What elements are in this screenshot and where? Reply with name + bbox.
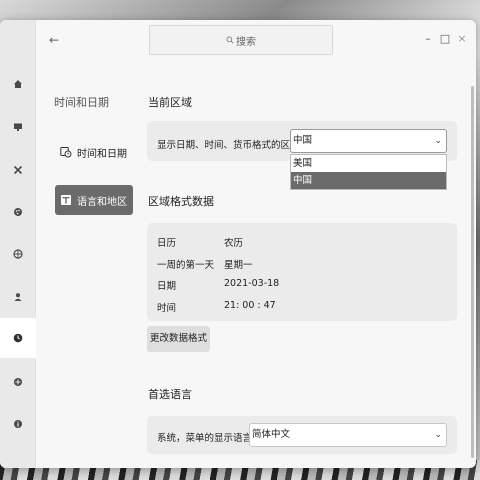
region-select[interactable]: 中国 ⌄ [290,129,447,153]
format-row-value: 2021-03-18 [224,278,280,289]
region-section-title: 当前区域 [148,96,192,109]
chevron-down-icon: ⌄ [434,430,442,440]
format-row-label: 一周的第一天 [157,260,215,271]
tools-icon[interactable] [0,150,36,190]
minimize-button[interactable]: – [421,32,435,46]
clock-icon[interactable] [0,318,36,358]
region-row-label: 显示日期、时间、货币格式的区域 [157,140,300,151]
format-row-label: 时间 [157,303,177,314]
language-row-label: 系统，菜单的显示语言 [157,433,253,444]
format-row-value: 21: 00 : 47 [224,300,276,311]
nav-item-language-region[interactable]: 语言和地区 [55,185,133,215]
nav-title: 时间和日期 [54,96,109,109]
settings-window: ← 搜索 – □ × 时间和日期 时间和日期 语言和地区 当前区域 显示日期、时… [0,20,476,468]
back-arrow-icon[interactable]: ← [46,32,62,48]
format-row-label: 日期 [157,281,177,292]
language-icon [61,195,71,205]
search-input[interactable]: 搜索 [149,25,333,55]
home-icon[interactable] [0,64,36,104]
language-select[interactable]: 简体中文 ⌄ [249,423,447,447]
format-row-label: 日历 [157,238,177,249]
update-icon[interactable] [0,362,36,402]
region-dropdown: 美国 中国 [290,154,447,190]
display-icon[interactable] [0,107,36,147]
info-icon[interactable] [0,404,36,444]
language-select-value: 简体中文 [252,429,291,440]
nav-item-time-date[interactable]: 时间和日期 [55,137,133,167]
search-placeholder: 搜索 [236,36,256,48]
personalization-icon[interactable] [0,192,36,232]
calendar-clock-icon [60,147,72,158]
region-select-value: 中国 [293,135,313,146]
category-rail [0,20,36,468]
nav-item-label: 时间和日期 [77,148,127,160]
search-icon [226,36,234,44]
format-panel [147,223,457,321]
scrollbar[interactable] [471,86,474,458]
region-option[interactable]: 中国 [291,172,446,189]
change-format-button[interactable]: 更改数据格式 [147,326,210,352]
network-icon[interactable] [0,234,36,274]
language-section-title: 首选语言 [148,388,192,401]
account-icon[interactable] [0,277,36,317]
format-row-value: 农历 [224,238,244,249]
chevron-down-icon: ⌄ [434,136,442,146]
nav-item-label: 语言和地区 [77,196,127,208]
format-section-title: 区域格式数据 [148,195,214,208]
maximize-button[interactable]: □ [438,32,452,46]
region-option[interactable]: 美国 [291,155,446,172]
close-button[interactable]: × [455,32,469,46]
format-row-value: 星期一 [224,260,253,271]
